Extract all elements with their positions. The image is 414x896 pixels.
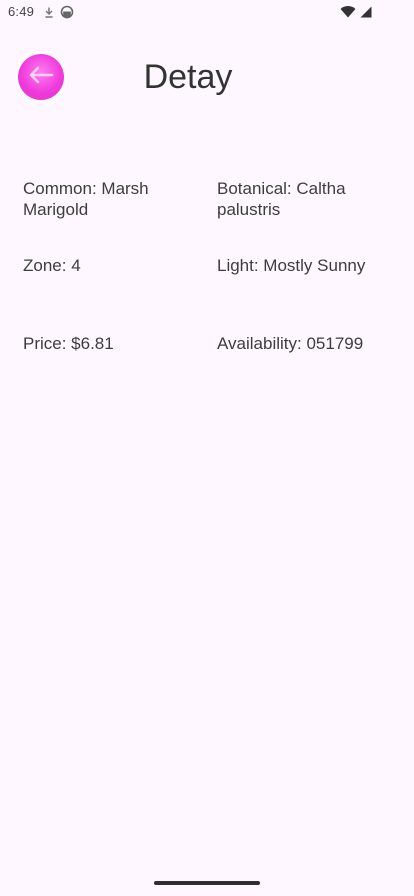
wifi-icon <box>340 5 356 23</box>
common-name-text: Common: Marsh Marigold <box>23 179 149 219</box>
status-bar: 6:49 <box>0 0 414 24</box>
download-icon <box>44 6 54 24</box>
price-text: Price: $6.81 <box>23 334 114 353</box>
availability-text: Availability: 051799 <box>217 334 364 353</box>
page-title: Detay <box>143 58 233 96</box>
light-text: Light: Mostly Sunny <box>217 256 366 275</box>
zone-text: Zone: 4 <box>23 256 81 275</box>
status-system-icons <box>340 5 372 23</box>
sync-icon <box>60 5 74 24</box>
home-gesture-bar[interactable] <box>154 881 260 885</box>
botanical-name-text: Botanical: Caltha palustris <box>217 179 346 219</box>
status-time: 6:49 <box>8 4 35 19</box>
cellular-signal-icon <box>360 5 372 23</box>
status-notification-icons <box>44 5 74 24</box>
